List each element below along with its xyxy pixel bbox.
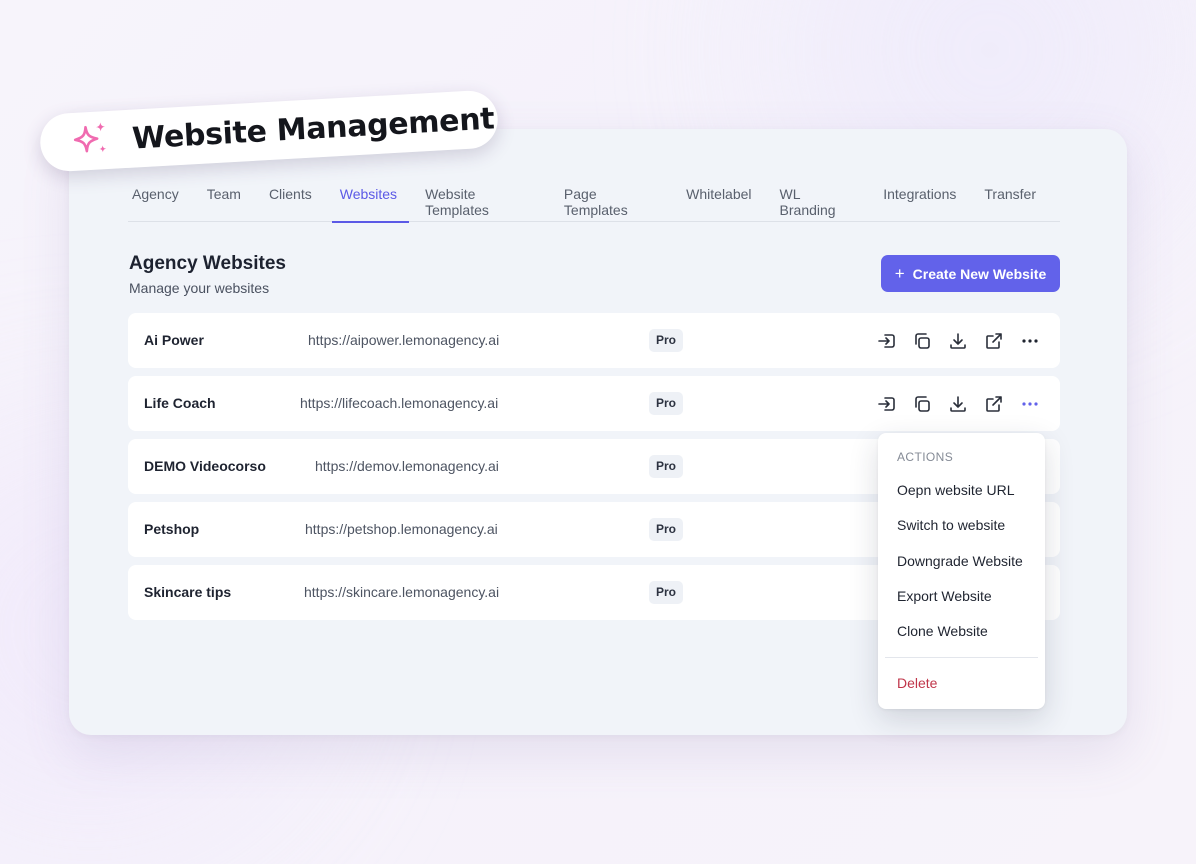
website-name: Petshop: [144, 521, 200, 537]
banner-title: Website Management: [131, 100, 496, 157]
page-subtitle: Manage your websites: [129, 280, 270, 296]
switch-icon[interactable]: [874, 392, 898, 416]
menu-divider: [885, 657, 1038, 658]
plan-badge: Pro: [649, 518, 684, 541]
copy-icon[interactable]: [910, 392, 934, 416]
plan-badge: Pro: [649, 581, 684, 604]
plan-badge: Pro: [649, 392, 684, 415]
website-url[interactable]: https://skincare.lemonagency.ai: [304, 584, 499, 600]
website-url[interactable]: https://petshop.lemonagency.ai: [305, 521, 498, 537]
website-url[interactable]: https://aipower.lemonagency.ai: [308, 332, 499, 348]
tab-whitelabel[interactable]: Whitelabel: [682, 176, 763, 222]
external-link-icon[interactable]: [982, 329, 1006, 353]
menu-item-downgrade-website[interactable]: Downgrade Website: [897, 553, 1023, 569]
website-name: Life Coach: [144, 395, 216, 411]
tab-websites[interactable]: Websites: [331, 176, 410, 223]
tab-clients[interactable]: Clients: [265, 176, 324, 222]
menu-item-export-website[interactable]: Export Website: [897, 588, 992, 604]
website-name: Skincare tips: [144, 584, 232, 600]
more-icon[interactable]: [1018, 392, 1042, 416]
website-name: DEMO Videocorso: [144, 458, 266, 474]
copy-icon[interactable]: [910, 329, 934, 353]
tab-integrations[interactable]: Integrations: [879, 176, 968, 222]
row-actions: [874, 329, 1042, 353]
menu-item-switch-to-website[interactable]: Switch to website: [897, 517, 1005, 533]
switch-icon[interactable]: [874, 329, 898, 353]
website-row: Life Coach https://lifecoach.lemonagency.…: [128, 376, 1060, 431]
more-icon[interactable]: [1018, 329, 1042, 353]
menu-item-clone-website[interactable]: Clone Website: [897, 623, 988, 639]
menu-item-delete[interactable]: Delete: [897, 675, 937, 691]
website-name: Ai Power: [144, 332, 204, 348]
tab-team[interactable]: Team: [203, 176, 253, 222]
tab-agency[interactable]: Agency: [128, 176, 191, 222]
tab-website-templates[interactable]: Website Templates: [421, 176, 548, 222]
page-title: Agency Websites: [129, 253, 286, 274]
tab-wl-branding[interactable]: WL Branding: [776, 176, 868, 222]
download-icon[interactable]: [946, 329, 970, 353]
tab-transfer[interactable]: Transfer: [980, 176, 1048, 222]
row-actions: [874, 392, 1042, 416]
menu-header: ACTIONS: [897, 450, 954, 464]
external-link-icon[interactable]: [982, 392, 1006, 416]
plan-badge: Pro: [649, 455, 684, 478]
website-url[interactable]: https://lifecoach.lemonagency.ai: [300, 395, 498, 411]
plan-badge: Pro: [649, 329, 684, 352]
website-url[interactable]: https://demov.lemonagency.ai: [315, 458, 499, 474]
create-button-label: Create New Website: [912, 265, 1047, 282]
plus-icon: +: [894, 264, 905, 283]
menu-item-open-url[interactable]: Oepn website URL: [897, 482, 1015, 498]
sparkles-icon: [71, 119, 111, 162]
website-row: Ai Power https://aipower.lemonagency.ai Pr…: [128, 313, 1060, 368]
actions-dropdown-menu: ACTIONS Oepn website URL Switch to websi…: [878, 433, 1045, 709]
download-icon[interactable]: [946, 392, 970, 416]
tab-page-templates[interactable]: Page Templates: [560, 176, 670, 222]
create-new-website-button[interactable]: + Create New Website: [881, 255, 1060, 292]
settings-tabs: Agency Team Clients Websites Website Tem…: [128, 176, 1060, 223]
